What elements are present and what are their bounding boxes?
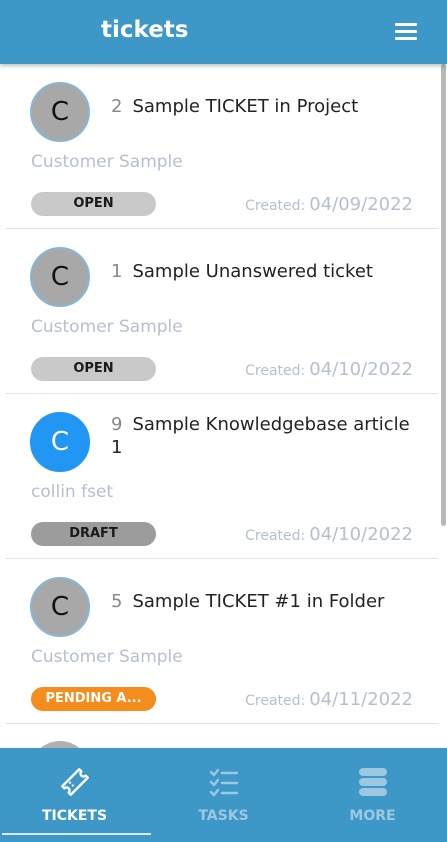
- page-title: tickets: [101, 17, 189, 43]
- ticket-title-line: 2 Sample TICKET in Project: [111, 95, 421, 118]
- tab-label: TASKS: [198, 808, 249, 824]
- ticket-card[interactable]: C 2 Sample TICKET in Project Customer Sam…: [6, 64, 438, 229]
- ticket-card[interactable]: C 5 Sample TICKET #1 in Folder Customer S…: [6, 559, 438, 724]
- avatar: C: [30, 412, 90, 472]
- created-date: 04/11/2022: [309, 689, 413, 710]
- customer-name: Customer Sample: [31, 647, 183, 667]
- created-date: 04/10/2022: [309, 524, 413, 545]
- avatar: [30, 741, 90, 748]
- customer-name: Customer Sample: [31, 317, 183, 337]
- status-badge: PENDING A...: [31, 687, 156, 711]
- stack-icon: [359, 768, 387, 796]
- created-date: 04/10/2022: [309, 359, 413, 380]
- created-label: Created:: [245, 363, 306, 379]
- status-badge: DRAFT: [31, 522, 156, 546]
- ticket-card[interactable]: C 9 Sample Knowledgebase article 1 collin…: [6, 394, 438, 559]
- created-date: 04/09/2022: [309, 194, 413, 215]
- tab-label: TICKETS: [41, 808, 108, 824]
- avatar: C: [30, 82, 90, 142]
- status-badge: OPEN: [31, 192, 156, 216]
- tab-tasks[interactable]: TASKS: [149, 748, 298, 842]
- created-label: Created:: [245, 693, 306, 709]
- ticket-icon: [61, 768, 89, 796]
- ticket-number: 9: [111, 414, 123, 435]
- tab-label: MORE: [349, 808, 396, 824]
- status-badge: OPEN: [31, 357, 156, 381]
- ticket-card[interactable]: C 1 Sample Unanswered ticket Customer Sam…: [6, 229, 438, 394]
- bottom-tab-bar: TICKETS TASKS MORE: [0, 748, 447, 842]
- app-header: tickets: [0, 0, 447, 64]
- checklist-icon: [209, 768, 239, 797]
- ticket-list: C 2 Sample TICKET in Project Customer Sam…: [0, 64, 447, 748]
- ticket-title: Sample Knowledgebase article 1: [111, 414, 410, 458]
- ticket-title-line: 9 Sample Knowledgebase article 1: [111, 413, 421, 459]
- ticket-title-line: 1 Sample Unanswered ticket: [111, 260, 421, 283]
- created-info: Created: 04/10/2022: [245, 359, 413, 380]
- created-label: Created:: [245, 198, 306, 214]
- ticket-number: 1: [111, 261, 123, 282]
- created-info: Created: 04/09/2022: [245, 194, 413, 215]
- scrollbar[interactable]: [441, 64, 446, 526]
- created-info: Created: 04/10/2022: [245, 524, 413, 545]
- customer-name: Customer Sample: [31, 152, 183, 172]
- tab-more[interactable]: MORE: [298, 748, 447, 842]
- avatar: C: [30, 247, 90, 307]
- ticket-title: Sample TICKET in Project: [132, 96, 359, 117]
- created-info: Created: 04/11/2022: [245, 689, 413, 710]
- active-tab-indicator: [2, 833, 151, 835]
- ticket-title: Sample Unanswered ticket: [132, 261, 373, 282]
- ticket-number: 2: [111, 96, 123, 117]
- created-label: Created:: [245, 528, 306, 544]
- customer-name: collin fset: [31, 482, 114, 502]
- ticket-title-line: 5 Sample TICKET #1 in Folder: [111, 590, 421, 613]
- tab-tickets[interactable]: TICKETS: [0, 748, 151, 842]
- avatar: C: [30, 577, 90, 637]
- ticket-number: 5: [111, 591, 123, 612]
- hamburger-icon[interactable]: [393, 22, 419, 42]
- ticket-title: Sample TICKET #1 in Folder: [132, 591, 385, 612]
